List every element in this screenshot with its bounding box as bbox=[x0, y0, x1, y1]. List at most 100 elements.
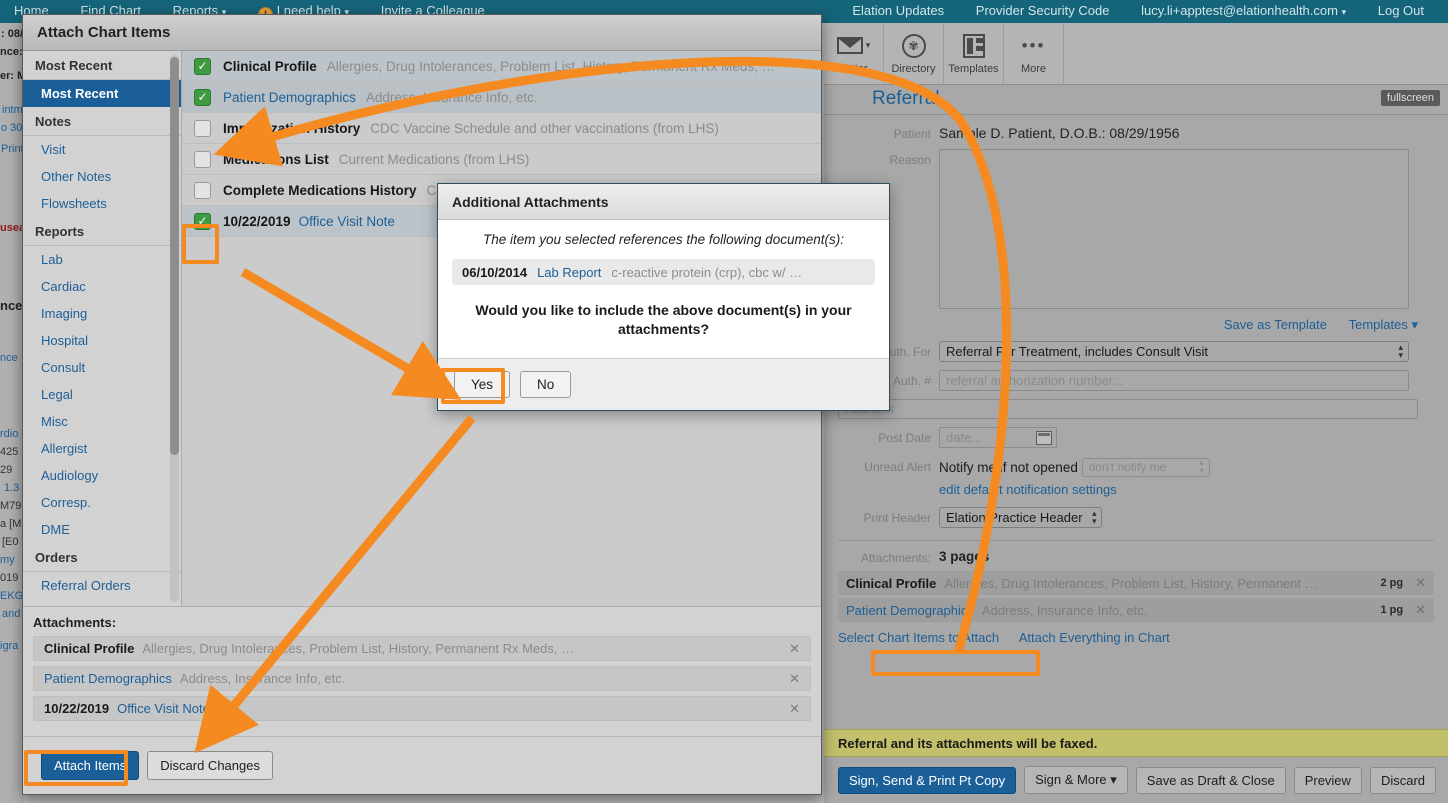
strip-line: Print bbox=[1, 143, 24, 155]
sidebar-scroll-area: Most Recent Most Recent Notes Visit Othe… bbox=[23, 51, 181, 606]
sidebar-item-most-recent[interactable]: Most Recent bbox=[23, 80, 181, 107]
modal-attachment-row[interactable]: 10/22/2019 Office Visit Note ✕ bbox=[33, 696, 811, 721]
item-title[interactable]: Office Visit Note bbox=[299, 214, 395, 229]
nav-elation-updates[interactable]: Elation Updates bbox=[852, 3, 944, 18]
list-item[interactable]: Immunization History CDC Vaccine Schedul… bbox=[182, 113, 821, 144]
item-desc: Current Medications (from LHS) bbox=[338, 151, 530, 167]
toolbar-directory[interactable]: ✾ Directory bbox=[884, 23, 944, 84]
attachment-row[interactable]: Clinical Profile Allergies, Drug Intoler… bbox=[838, 571, 1434, 595]
sidebar-item-audiology[interactable]: Audiology bbox=[23, 462, 181, 489]
item-title[interactable]: Patient Demographics bbox=[223, 90, 356, 105]
print-header-row: Print Header Elation Practice Header ▴ ▾ bbox=[824, 507, 1448, 528]
list-item[interactable]: Patient Demographics Address, Insurance … bbox=[182, 82, 821, 113]
document-date: 06/10/2014 bbox=[462, 264, 528, 280]
attachment-name[interactable]: Office Visit Note bbox=[117, 701, 210, 716]
discard-changes-button[interactable]: Discard Changes bbox=[147, 751, 273, 780]
sidebar-item-lab[interactable]: Lab bbox=[23, 246, 181, 273]
sign-and-more-button[interactable]: Sign & More ▾ bbox=[1024, 766, 1128, 794]
toolbar-more[interactable]: ••• More bbox=[1004, 23, 1064, 84]
patient-row: Patient Sample D. Patient, D.O.B.: 08/29… bbox=[824, 123, 1448, 141]
toolbar-letter[interactable]: ▾ Letter bbox=[824, 23, 884, 84]
post-date-input[interactable]: date... bbox=[939, 427, 1057, 448]
auth-for-select[interactable]: Referral For Treatment, includes Consult… bbox=[939, 341, 1409, 362]
checkbox-unchecked-icon[interactable] bbox=[194, 181, 211, 199]
calendar-icon[interactable] bbox=[1036, 431, 1052, 445]
sidebar-item-allergist[interactable]: Allergist bbox=[23, 435, 181, 462]
print-header-select[interactable]: Elation Practice Header ▴ ▾ bbox=[939, 507, 1102, 528]
remove-attachment-icon[interactable]: ✕ bbox=[789, 671, 800, 687]
sign-send-print-button[interactable]: Sign, Send & Print Pt Copy bbox=[838, 766, 1017, 794]
account-menu[interactable]: lucy.li+apptest@elationhealth.com ▾ bbox=[1141, 3, 1346, 18]
sidebar-section-notes: Notes bbox=[23, 107, 181, 136]
edit-default-notification-settings-link[interactable]: edit default notification settings bbox=[939, 482, 1117, 497]
print-header-value: Elation Practice Header bbox=[946, 510, 1083, 525]
strip-line: EKG bbox=[0, 590, 24, 602]
sidebar-item-legal[interactable]: Legal bbox=[23, 381, 181, 408]
save-as-template-link[interactable]: Save as Template bbox=[1224, 317, 1327, 332]
strip-line: intm bbox=[2, 104, 23, 116]
attachment-row[interactable]: Patient Demographics Address, Insurance … bbox=[838, 598, 1434, 622]
sidebar-item-consult[interactable]: Consult bbox=[23, 354, 181, 381]
referral-panel: Referral fullscreen Patient Sample D. Pa… bbox=[824, 85, 1448, 803]
remove-attachment-icon[interactable]: ✕ bbox=[1415, 602, 1426, 618]
checkbox-checked-icon[interactable] bbox=[194, 88, 211, 106]
toolbar-directory-label: Directory bbox=[891, 62, 936, 75]
strip-line: 019 bbox=[0, 572, 19, 584]
attach-everything-in-chart-link[interactable]: Attach Everything in Chart bbox=[1019, 630, 1170, 645]
remove-attachment-icon[interactable]: ✕ bbox=[789, 641, 800, 657]
document-name[interactable]: Lab Report bbox=[537, 265, 601, 280]
sidebar-item-hospital[interactable]: Hospital bbox=[23, 327, 181, 354]
discard-button[interactable]: Discard bbox=[1369, 766, 1437, 794]
preview-button[interactable]: Preview bbox=[1293, 766, 1362, 794]
notify-select[interactable]: don't notify me ▴ ▾ bbox=[1081, 458, 1210, 477]
post-date-row: Post Date date... bbox=[824, 427, 1448, 448]
sidebar-item-misc[interactable]: Misc bbox=[23, 408, 181, 435]
modal-attachment-row[interactable]: Clinical Profile Allergies, Drug Intoler… bbox=[33, 636, 811, 661]
dialog-body: The item you selected references the fol… bbox=[438, 220, 889, 358]
sidebar-item-imaging[interactable]: Imaging bbox=[23, 300, 181, 327]
list-item[interactable]: Medications List Current Medications (fr… bbox=[182, 144, 821, 175]
chart-toolbar: ▾ Letter ✾ Directory Templates ••• More bbox=[824, 23, 1448, 85]
template-links: Save as Template Templates ▾ bbox=[824, 317, 1448, 333]
unread-alert-text: Notify me if not opened bbox=[939, 460, 1078, 475]
attachment-date: 10/22/2019 bbox=[44, 701, 110, 716]
toolbar-templates[interactable]: Templates bbox=[944, 23, 1004, 84]
modal-attachment-row[interactable]: Patient Demographics Address, Insurance … bbox=[33, 666, 811, 691]
sidebar-item-visit[interactable]: Visit bbox=[23, 136, 181, 163]
reason-textarea[interactable] bbox=[939, 149, 1409, 309]
auth-for-value: Referral For Treatment, includes Consult… bbox=[946, 344, 1209, 359]
select-chart-items-to-attach-link[interactable]: Select Chart Items to Attach bbox=[838, 630, 999, 645]
account-email: lucy.li+apptest@elationhealth.com bbox=[1141, 3, 1338, 18]
checkbox-unchecked-icon[interactable] bbox=[194, 150, 211, 168]
sidebar-item-dme[interactable]: DME bbox=[23, 516, 181, 543]
strip-line: rdio bbox=[0, 428, 19, 440]
save-as-draft-and-close-button[interactable]: Save as Draft & Close bbox=[1135, 766, 1286, 794]
sidebar-item-corresp[interactable]: Corresp. bbox=[23, 489, 181, 516]
list-item[interactable]: Clinical Profile Allergies, Drug Intoler… bbox=[182, 51, 821, 82]
attachment-name[interactable]: Patient Demographics bbox=[846, 603, 974, 618]
add-dxs-input[interactable]: Add Dxs bbox=[838, 399, 1418, 419]
sidebar-item-flowsheets[interactable]: Flowsheets bbox=[23, 190, 181, 217]
remove-attachment-icon[interactable]: ✕ bbox=[789, 701, 800, 717]
attachment-name[interactable]: Patient Demographics bbox=[44, 671, 172, 686]
fullscreen-button[interactable]: fullscreen bbox=[1380, 90, 1440, 106]
remove-attachment-icon[interactable]: ✕ bbox=[1415, 575, 1426, 591]
sidebar-item-referral-orders[interactable]: Referral Orders bbox=[23, 572, 181, 599]
checkbox-unchecked-icon[interactable] bbox=[194, 119, 211, 137]
sidebar-item-cardiac[interactable]: Cardiac bbox=[23, 273, 181, 300]
attachment-desc: Address, Insurance Info, etc. bbox=[179, 671, 346, 686]
checkbox-checked-icon[interactable] bbox=[194, 57, 211, 75]
page-title: Referral bbox=[872, 88, 940, 109]
modal-attachments-section: Attachments: Clinical Profile Allergies,… bbox=[23, 606, 821, 736]
modal-title: Attach Chart Items bbox=[23, 15, 821, 51]
sign-and-more-label: Sign & More bbox=[1035, 772, 1107, 787]
sidebar-item-other-notes[interactable]: Other Notes bbox=[23, 163, 181, 190]
no-button[interactable]: No bbox=[520, 371, 572, 398]
referenced-document-row[interactable]: 06/10/2014 Lab Report c-reactive protein… bbox=[452, 259, 875, 285]
log-out-link[interactable]: Log Out bbox=[1378, 3, 1424, 18]
sidebar-scrollbar-thumb[interactable] bbox=[170, 57, 179, 455]
templates-dropdown[interactable]: Templates ▾ bbox=[1349, 317, 1418, 332]
notify-select-value: don't notify me bbox=[1088, 460, 1167, 474]
nav-provider-security-code[interactable]: Provider Security Code bbox=[976, 3, 1110, 18]
auth-number-input[interactable]: referral authorization number... bbox=[939, 370, 1409, 391]
